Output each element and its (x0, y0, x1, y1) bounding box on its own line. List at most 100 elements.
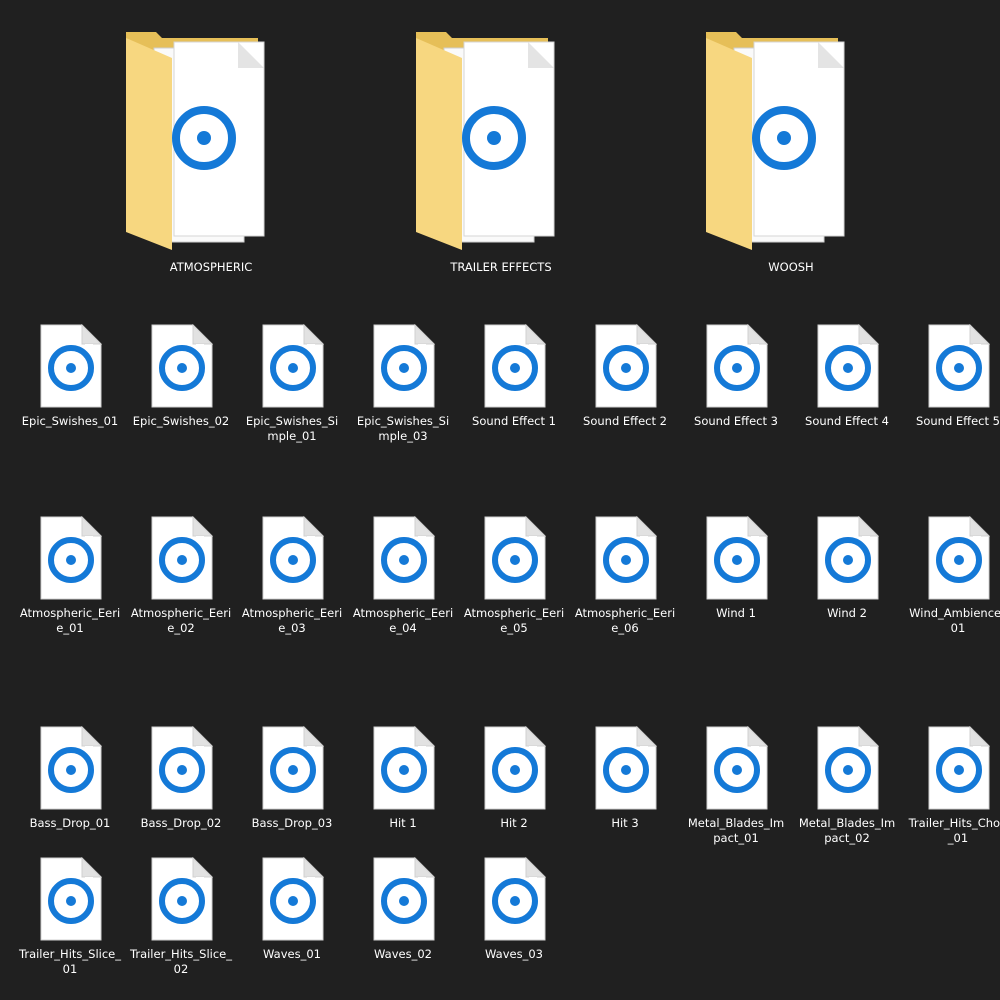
folder-atmospheric[interactable]: ATMOSPHERIC (126, 32, 296, 292)
audio-file-icon (706, 516, 768, 600)
file-label-line: Sound Effect 3 (694, 414, 778, 428)
audio-file-icon (40, 324, 102, 408)
audio-file-icon (706, 324, 768, 408)
folder-trailer-effects[interactable]: TRAILER EFFECTS (416, 32, 586, 292)
file-item[interactable]: Epic_Swishes_Si mple_03 (348, 324, 458, 454)
audio-file-icon (262, 324, 324, 408)
file-label: Sound Effect 4 (792, 414, 902, 429)
file-label-line: Wind_Ambience_ (909, 606, 1000, 620)
file-label-line: 01 (62, 962, 78, 976)
file-item[interactable]: Wind 2 (792, 516, 902, 646)
audio-file-icon (373, 324, 435, 408)
file-item[interactable]: Trailer_Hits_Slice_ 01 (15, 857, 125, 987)
file-label-line: Waves_01 (263, 947, 321, 961)
audio-file-icon (151, 857, 213, 941)
audio-file-icon (373, 726, 435, 810)
file-item[interactable]: Waves_03 (459, 857, 569, 987)
file-label-line: Atmospheric_Eeri (19, 606, 121, 620)
file-label-line: pact_01 (713, 831, 759, 845)
file-item[interactable]: Atmospheric_Eeri e_01 (15, 516, 125, 646)
file-label: Sound Effect 1 (459, 414, 569, 429)
file-label: Wind 2 (792, 606, 902, 621)
file-label-line: Metal_Blades_Im (687, 816, 785, 830)
file-label-line: 01 (950, 621, 966, 635)
file-item[interactable]: Epic_Swishes_02 (126, 324, 236, 454)
file-label-line: e_02 (167, 621, 195, 635)
file-item[interactable]: Trailer_Hits_Slice_ 02 (126, 857, 236, 987)
file-label-line: Wind 1 (716, 606, 756, 620)
file-label-line: Epic_Swishes_Si (245, 414, 339, 428)
file-label-line: Atmospheric_Eeri (241, 606, 343, 620)
file-item[interactable]: Atmospheric_Eeri e_05 (459, 516, 569, 646)
file-label-line: Trailer_Hits_Slice_ (19, 947, 121, 961)
audio-file-icon (262, 726, 324, 810)
file-label: Sound Effect 2 (570, 414, 680, 429)
audio-file-icon (817, 726, 879, 810)
audio-file-icon (151, 516, 213, 600)
file-label: Bass_Drop_02 (126, 816, 236, 831)
file-label-line: e_01 (56, 621, 84, 635)
audio-file-icon (484, 324, 546, 408)
file-item[interactable]: Atmospheric_Eeri e_02 (126, 516, 236, 646)
file-item[interactable]: Sound Effect 1 (459, 324, 569, 454)
folder-label: WOOSH (768, 260, 814, 274)
file-label: Atmospheric_Eeri e_06 (570, 606, 680, 636)
file-item[interactable]: Sound Effect 2 (570, 324, 680, 454)
audio-file-icon (40, 726, 102, 810)
file-label-line: Trailer_Hits_Slice_ (130, 947, 232, 961)
file-label-line: Waves_03 (485, 947, 543, 961)
audio-file-icon (373, 516, 435, 600)
file-label-line: Sound Effect 5 (916, 414, 1000, 428)
file-label: Trailer_Hits_Slice_ 01 (15, 947, 125, 977)
file-label-line: Hit 2 (500, 816, 528, 830)
file-label-line: Waves_02 (374, 947, 432, 961)
file-item[interactable]: Hit 2 (459, 726, 569, 856)
file-label: Metal_Blades_Im pact_01 (681, 816, 791, 846)
folder-woosh[interactable]: WOOSH (706, 32, 876, 292)
file-label: Metal_Blades_Im pact_02 (792, 816, 902, 846)
file-item[interactable]: Hit 1 (348, 726, 458, 856)
file-item[interactable]: Waves_01 (237, 857, 347, 987)
file-item[interactable]: Atmospheric_Eeri e_04 (348, 516, 458, 646)
file-label: Hit 3 (570, 816, 680, 831)
file-item[interactable]: Bass_Drop_02 (126, 726, 236, 856)
file-label-line: Epic_Swishes_02 (132, 414, 230, 428)
file-item[interactable]: Metal_Blades_Im pact_01 (681, 726, 791, 856)
file-label-line: Bass_Drop_03 (251, 816, 333, 830)
file-item[interactable]: Bass_Drop_01 (15, 726, 125, 856)
file-item[interactable]: Bass_Drop_03 (237, 726, 347, 856)
file-label: Wind_Ambience_ 01 (903, 606, 1000, 636)
file-label: Epic_Swishes_01 (15, 414, 125, 429)
file-label-line: Sound Effect 2 (583, 414, 667, 428)
file-label-line: Wind 2 (827, 606, 867, 620)
file-item[interactable]: Sound Effect 5 (903, 324, 1000, 454)
audio-file-icon (373, 857, 435, 941)
file-label-line: mple_01 (267, 429, 317, 443)
file-label-line: pact_02 (824, 831, 870, 845)
file-label-line: e_03 (278, 621, 306, 635)
file-label: Waves_02 (348, 947, 458, 962)
audio-file-icon (817, 516, 879, 600)
audio-file-icon (40, 857, 102, 941)
folder-label: ATMOSPHERIC (169, 260, 253, 274)
file-item[interactable]: Wind 1 (681, 516, 791, 646)
file-item[interactable]: Sound Effect 4 (792, 324, 902, 454)
audio-file-icon (40, 516, 102, 600)
file-item[interactable]: Metal_Blades_Im pact_02 (792, 726, 902, 856)
file-item[interactable]: Atmospheric_Eeri e_06 (570, 516, 680, 646)
file-item[interactable]: Wind_Ambience_ 01 (903, 516, 1000, 646)
file-label-line: Bass_Drop_01 (29, 816, 111, 830)
audio-file-icon (595, 726, 657, 810)
file-label-line: Atmospheric_Eeri (463, 606, 565, 620)
file-item[interactable]: Epic_Swishes_Si mple_01 (237, 324, 347, 454)
file-item[interactable]: Sound Effect 3 (681, 324, 791, 454)
file-label: Bass_Drop_03 (237, 816, 347, 831)
file-item[interactable]: Waves_02 (348, 857, 458, 987)
audio-file-icon (484, 857, 546, 941)
file-item[interactable]: Hit 3 (570, 726, 680, 856)
audio-file-icon (262, 857, 324, 941)
file-item[interactable]: Trailer_Hits_Chop _01 (903, 726, 1000, 856)
file-label-line: Sound Effect 4 (805, 414, 889, 428)
file-item[interactable]: Atmospheric_Eeri e_03 (237, 516, 347, 646)
file-item[interactable]: Epic_Swishes_01 (15, 324, 125, 454)
